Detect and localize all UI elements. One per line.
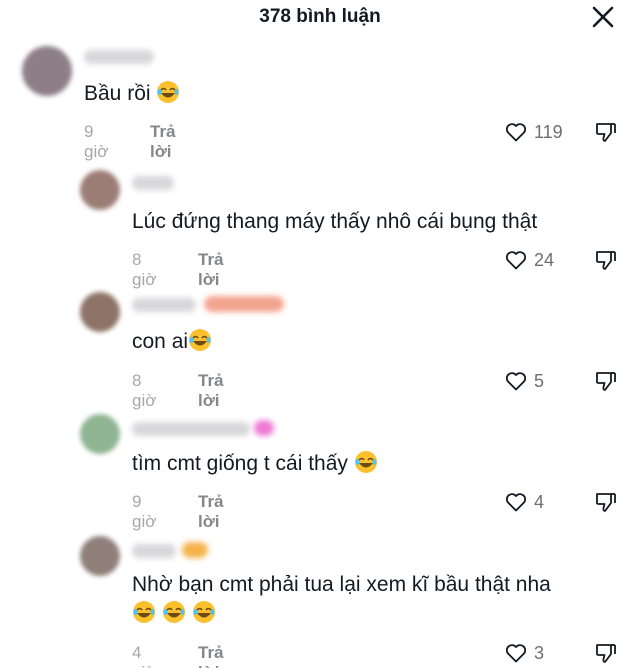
- username-blurred[interactable]: [132, 298, 196, 312]
- comment-count-title: 378 bình luận: [259, 6, 381, 27]
- thumbs-down-icon[interactable]: [594, 120, 618, 144]
- laughing-emoji-icon: [133, 601, 155, 623]
- comment-text: Lúc đứng thang máy thấy nhô cái bụng thậ…: [132, 210, 538, 233]
- heart-icon: [505, 372, 527, 391]
- thumbs-down-icon[interactable]: [594, 369, 618, 393]
- comment-time: 8 giờ: [132, 371, 157, 410]
- comment-text: Bầu rồi: [84, 80, 180, 108]
- username-emoji-blurred: [182, 542, 208, 558]
- comment-time: 9 giờ: [84, 122, 109, 161]
- like-count: 5: [534, 370, 545, 391]
- thumbs-down-icon[interactable]: [594, 248, 618, 272]
- reply-button[interactable]: Trả lời: [198, 643, 224, 668]
- avatar[interactable]: [80, 536, 120, 576]
- avatar[interactable]: [22, 46, 72, 96]
- laughing-emoji-icon: [157, 81, 180, 103]
- laughing-emoji-icon: [189, 329, 212, 351]
- close-icon[interactable]: [590, 4, 616, 30]
- reply-button[interactable]: Trả lời: [198, 492, 224, 532]
- avatar[interactable]: [80, 292, 120, 332]
- reply-button[interactable]: Trả lời: [150, 122, 176, 162]
- like-count: 24: [534, 249, 555, 270]
- comment-text: Nhờ bạn cmt phải tua lại xem kĩ bầu thật…: [132, 573, 551, 596]
- avatar[interactable]: [80, 414, 120, 454]
- thumbs-down-icon[interactable]: [594, 490, 618, 514]
- heart-icon: [505, 644, 527, 663]
- like-count: 3: [534, 642, 545, 663]
- heart-icon: [505, 251, 527, 270]
- laughing-emoji-icon: [354, 451, 377, 473]
- comment-text: con ai: [132, 328, 212, 356]
- username-emoji-blurred: [204, 296, 284, 312]
- comment-time: 9 giờ: [132, 492, 157, 531]
- username-blurred[interactable]: [132, 422, 250, 436]
- like-count: 119: [534, 121, 563, 142]
- like-button[interactable]: 4: [504, 490, 544, 514]
- username-blurred[interactable]: [132, 544, 176, 558]
- comment-emoji-row: [132, 600, 216, 628]
- like-count: 4: [534, 491, 545, 512]
- thumbs-down-icon[interactable]: [594, 641, 618, 665]
- username-emoji-blurred: [254, 420, 274, 436]
- avatar[interactable]: [80, 170, 120, 210]
- reply-button[interactable]: Trả lời: [198, 371, 224, 411]
- heart-icon: [505, 123, 527, 142]
- comment-text: tìm cmt giống t cái thấy: [132, 450, 378, 478]
- heart-icon: [505, 493, 527, 512]
- laughing-emoji-icon: [162, 601, 185, 623]
- like-button[interactable]: 5: [504, 369, 544, 393]
- comment-time: 8 giờ: [132, 250, 157, 289]
- comments-header: 378 bình luận: [0, 0, 640, 40]
- username-blurred[interactable]: [84, 50, 154, 64]
- like-button[interactable]: 119: [504, 120, 563, 144]
- reply-button[interactable]: Trả lời: [198, 250, 224, 290]
- username-blurred[interactable]: [132, 176, 174, 190]
- comment-time: 4 giờ: [132, 643, 156, 668]
- like-button[interactable]: 24: [504, 248, 554, 272]
- like-button[interactable]: 3: [504, 641, 544, 665]
- laughing-emoji-icon: [192, 601, 215, 623]
